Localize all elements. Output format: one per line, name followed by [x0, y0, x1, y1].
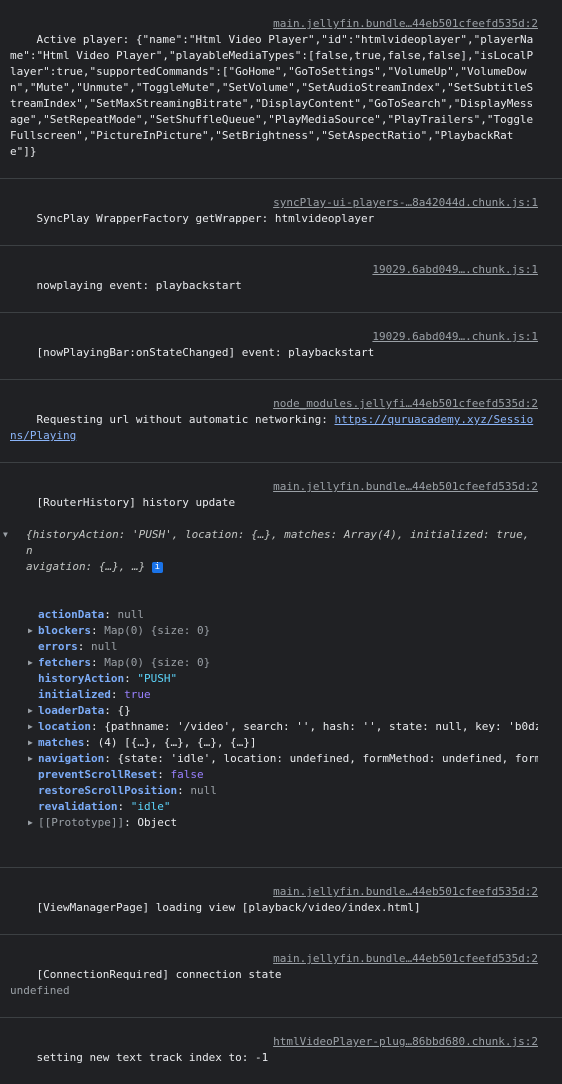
- tree-key: loaderData: [38, 704, 105, 717]
- tree-value: "PUSH": [137, 672, 178, 685]
- tree-row[interactable]: ▶ matches: (4) [{…}, {…}, {…}, {…}]: [10, 735, 538, 751]
- object-summary-line1: {historyAction: 'PUSH', location: {…}, m…: [26, 528, 530, 557]
- triangle-right-icon[interactable]: ▶: [28, 703, 33, 719]
- console-message: main.jellyfin.bundle…44eb501cfeefd535d:2…: [0, 868, 562, 935]
- tree-key: preventScrollReset: [38, 768, 158, 781]
- tree-row[interactable]: ▶ blockers: Map(0) {size: 0}: [10, 623, 538, 639]
- tree-key: fetchers: [38, 656, 91, 669]
- triangle-right-icon[interactable]: ▶: [28, 815, 33, 831]
- tree-key: errors: [38, 640, 78, 653]
- tree-value: {state: 'idle', location: undefined, for…: [117, 752, 538, 765]
- tree-value: false: [170, 768, 204, 781]
- message-text: [nowPlayingBar:onStateChanged] event: pl…: [36, 346, 375, 359]
- tree-key: location: [38, 720, 91, 733]
- tree-key: matches: [38, 736, 85, 749]
- tree-sep: :: [124, 672, 138, 685]
- tree-row: ▶initialized: true: [10, 687, 538, 703]
- object-summary-line2: avigation: {…}, …}: [26, 560, 146, 573]
- object-summary[interactable]: ▼ {historyAction: 'PUSH', location: {…}, …: [0, 527, 538, 575]
- tree-value: null: [117, 608, 144, 621]
- source-link[interactable]: syncPlay-ui-players-…8a42044d.chunk.js:1: [273, 195, 538, 211]
- message-text: Requesting url without automatic network…: [36, 413, 335, 426]
- tree-sep: :: [117, 800, 131, 813]
- source-link[interactable]: main.jellyfin.bundle…44eb501cfeefd535d:2: [273, 479, 538, 495]
- tree-value: "idle": [130, 800, 171, 813]
- triangle-right-icon[interactable]: ▶: [28, 719, 33, 735]
- tree-sep: :: [104, 608, 118, 621]
- message-text: setting new text track index to: -1: [36, 1051, 269, 1064]
- tree-row: ▶restoreScrollPosition: null: [10, 783, 538, 799]
- message-text: SyncPlay WrapperFactory getWrapper: html…: [36, 212, 375, 225]
- tree-key: [[Prototype]]: [38, 816, 125, 829]
- tree-sep: :: [177, 784, 191, 797]
- message-text: [ViewManagerPage] loading view [playback…: [36, 901, 421, 914]
- tree-row: ▶preventScrollReset: false: [10, 767, 538, 783]
- triangle-right-icon[interactable]: ▶: [28, 623, 33, 639]
- tree-row[interactable]: ▶ loaderData: {}: [10, 703, 538, 719]
- tree-sep: :: [84, 736, 98, 749]
- tree-row[interactable]: ▶ [[Prototype]]: Object: [10, 815, 538, 831]
- source-link[interactable]: htmlVideoPlayer-plug…86bbd680.chunk.js:2: [273, 1034, 538, 1050]
- console-message: node_modules.jellyfi…44eb501cfeefd535d:2…: [0, 380, 562, 463]
- tree-value: Object: [137, 816, 178, 829]
- triangle-right-icon[interactable]: ▶: [28, 655, 33, 671]
- info-icon[interactable]: i: [151, 561, 163, 573]
- tree-row[interactable]: ▶ location: {pathname: '/video', search: …: [10, 719, 538, 735]
- source-link[interactable]: main.jellyfin.bundle…44eb501cfeefd535d:2: [273, 951, 538, 967]
- tree-sep: :: [104, 704, 118, 717]
- tree-key: historyAction: [38, 672, 125, 685]
- tree-row: ▶historyAction: "PUSH": [10, 671, 538, 687]
- tree-value: null: [91, 640, 118, 653]
- tree-value: Map(0) {size: 0}: [104, 656, 211, 669]
- tree-key: revalidation: [38, 800, 118, 813]
- console-message: main.jellyfin.bundle…44eb501cfeefd535d:2…: [0, 0, 562, 179]
- tree-key: initialized: [38, 688, 111, 701]
- source-link[interactable]: node_modules.jellyfi…44eb501cfeefd535d:2: [273, 396, 538, 412]
- tree-row[interactable]: ▶ fetchers: Map(0) {size: 0}: [10, 655, 538, 671]
- tree-sep: :: [90, 720, 105, 733]
- tree-sep: :: [77, 640, 91, 653]
- tree-value: true: [124, 688, 151, 701]
- tree-key: navigation: [38, 752, 105, 765]
- tree-row: ▶revalidation: "idle": [10, 799, 538, 815]
- tree-value: null: [190, 784, 217, 797]
- console-message: 19029.6abd049….chunk.js:1 nowplaying eve…: [0, 246, 562, 313]
- tree-value: (4) [{…}, {…}, {…}, {…}]: [97, 736, 257, 749]
- object-tree: ▶actionData: null▶blockers: Map(0) {size…: [10, 607, 538, 831]
- tree-row: ▶actionData: null: [10, 607, 538, 623]
- console-message-object: main.jellyfin.bundle…44eb501cfeefd535d:2…: [0, 463, 562, 868]
- tree-sep: :: [104, 752, 118, 765]
- tree-row: ▶errors: null: [10, 639, 538, 655]
- tree-key: actionData: [38, 608, 105, 621]
- console-message: syncPlay-ui-players-…8a42044d.chunk.js:1…: [0, 179, 562, 246]
- console-panel: main.jellyfin.bundle…44eb501cfeefd535d:2…: [0, 0, 562, 1084]
- tree-key: restoreScrollPosition: [38, 784, 178, 797]
- triangle-right-icon[interactable]: ▶: [28, 735, 33, 751]
- tree-sep: :: [124, 816, 138, 829]
- console-message: htmlVideoPlayer-plug…86bbd680.chunk.js:2…: [0, 1018, 562, 1084]
- message-extra: undefined: [10, 984, 70, 997]
- triangle-down-icon[interactable]: ▼: [3, 527, 8, 543]
- message-text: [RouterHistory] history update: [36, 496, 236, 509]
- message-text: Active player: {"name":"Html Video Playe…: [10, 33, 534, 158]
- source-link[interactable]: main.jellyfin.bundle…44eb501cfeefd535d:2: [273, 884, 538, 900]
- source-link[interactable]: 19029.6abd049….chunk.js:1: [372, 329, 538, 345]
- tree-value: {pathname: '/video', search: '', hash: '…: [104, 720, 538, 733]
- source-link[interactable]: main.jellyfin.bundle…44eb501cfeefd535d:2: [273, 16, 538, 32]
- triangle-right-icon[interactable]: ▶: [28, 751, 33, 767]
- console-message: 19029.6abd049….chunk.js:1 [nowPlayingBar…: [0, 313, 562, 380]
- source-link[interactable]: 19029.6abd049….chunk.js:1: [372, 262, 538, 278]
- tree-sep: :: [90, 656, 105, 669]
- message-text: [ConnectionRequired] connection state: [36, 968, 282, 981]
- tree-sep: :: [110, 688, 125, 701]
- message-text: nowplaying event: playbackstart: [36, 279, 242, 292]
- tree-sep: :: [157, 768, 171, 781]
- tree-row[interactable]: ▶ navigation: {state: 'idle', location: u…: [10, 751, 538, 767]
- tree-value: {}: [117, 704, 131, 717]
- console-message: main.jellyfin.bundle…44eb501cfeefd535d:2…: [0, 935, 562, 1018]
